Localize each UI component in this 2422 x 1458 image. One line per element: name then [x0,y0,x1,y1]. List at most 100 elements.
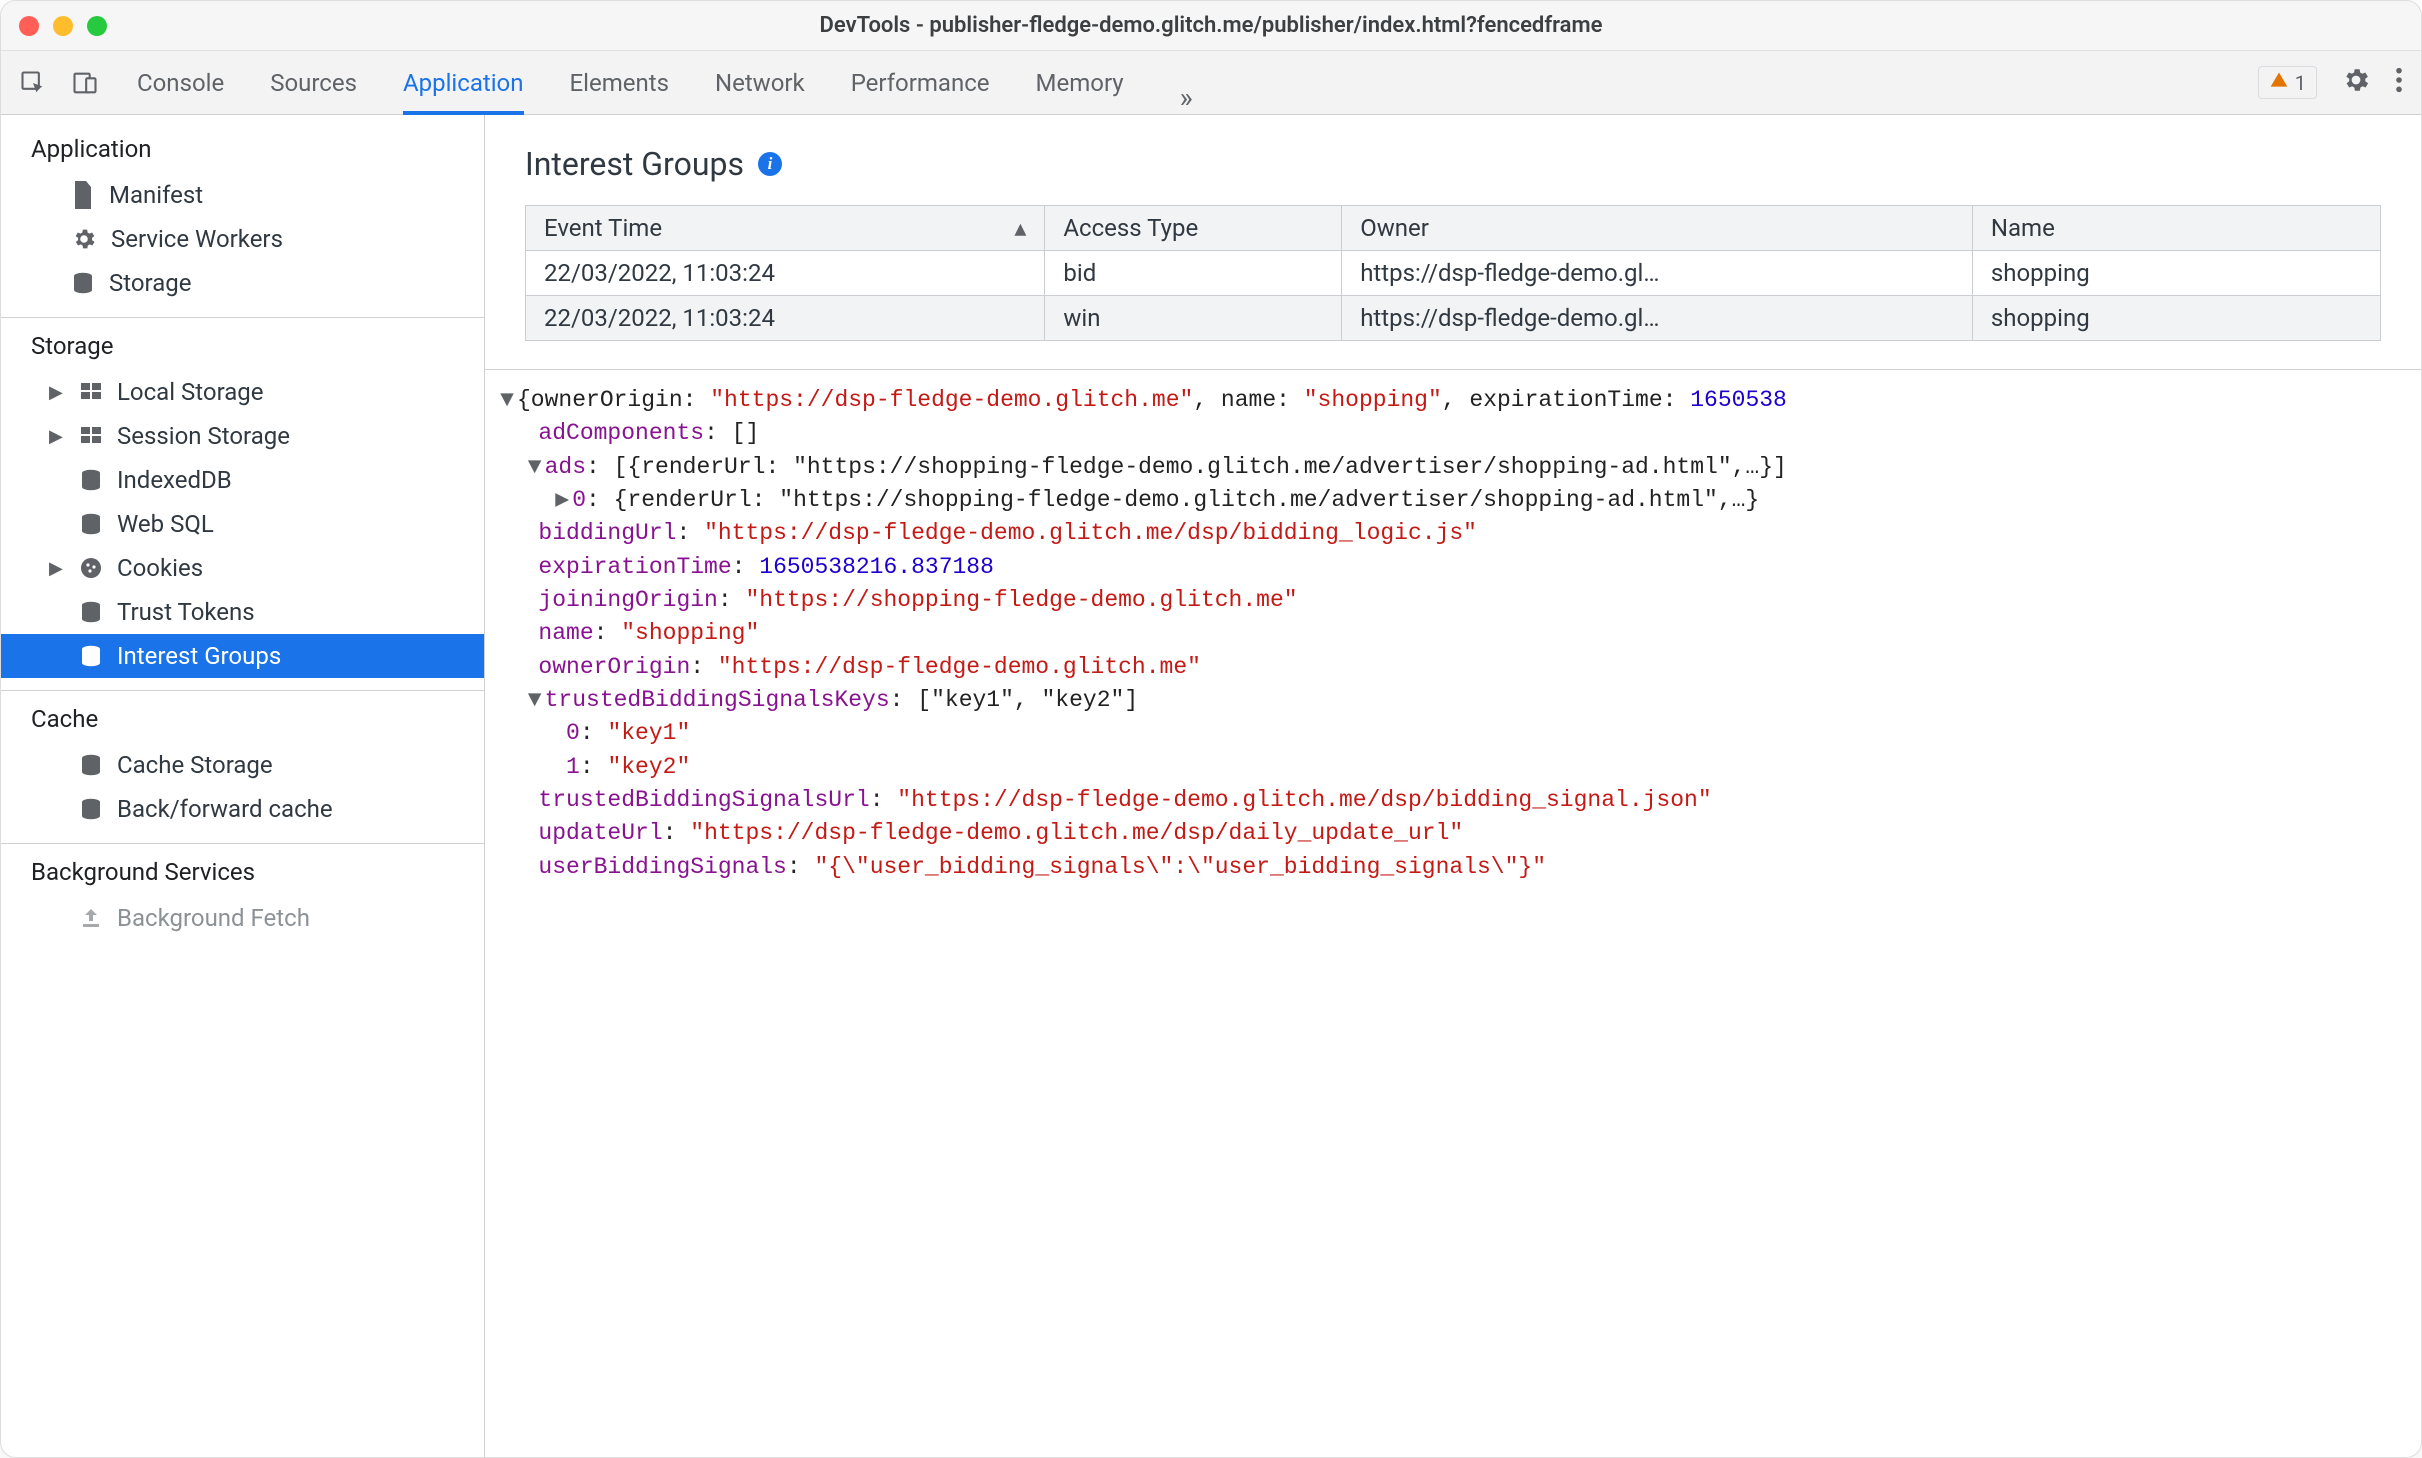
prop-key[interactable]: name [538,620,593,646]
database-icon [79,753,103,777]
prop-key[interactable]: trustedBiddingSignalsUrl [538,787,869,813]
cell-name: shopping [1972,296,2380,341]
prop-key[interactable]: adComponents [538,420,704,446]
issues-count: 1 [2295,71,2306,95]
expand-arrow-icon[interactable]: ▶ [552,484,572,517]
sidebar-item-websql[interactable]: ▶ Web SQL [1,502,484,546]
expand-arrow-icon[interactable]: ▶ [49,382,65,403]
tab-console[interactable]: Console [137,51,224,114]
sort-asc-icon: ▴ [1014,214,1026,242]
section-header-application: Application [1,121,484,173]
col-name[interactable]: Name [1972,206,2380,251]
tab-performance[interactable]: Performance [851,51,990,114]
prop-key[interactable]: joiningOrigin [538,587,717,613]
sidebar-item-label: Local Storage [117,378,264,406]
titlebar: DevTools - publisher-fledge-demo.glitch.… [1,1,2421,51]
interest-groups-panel: Interest Groups i Event Time▴ Access Typ… [485,115,2421,1457]
issues-counter[interactable]: 1 [2258,66,2317,99]
close-window-button[interactable] [19,16,39,36]
collapse-arrow-icon[interactable]: ▼ [525,451,545,484]
device-toolbar-icon[interactable] [71,69,99,97]
devtools-window: DevTools - publisher-fledge-demo.glitch.… [0,0,2422,1458]
database-icon [79,797,103,821]
sidebar-item-label: Service Workers [111,225,283,253]
cell-owner: https://dsp-fledge-demo.gl… [1342,251,1973,296]
prop-key[interactable]: updateUrl [538,820,662,846]
cell-time: 22/03/2022, 11:03:24 [526,296,1045,341]
sidebar-item-manifest[interactable]: Manifest [1,173,484,217]
collapse-arrow-icon[interactable]: ▼ [525,684,545,717]
database-icon [79,644,103,668]
tab-application[interactable]: Application [403,51,524,114]
sidebar-item-label: Web SQL [117,510,214,538]
cell-type: win [1045,296,1342,341]
col-event-time[interactable]: Event Time▴ [526,206,1045,251]
file-icon [71,181,95,209]
col-owner[interactable]: Owner [1342,206,1973,251]
object-detail-viewer[interactable]: ▼{ownerOrigin: "https://dsp-fledge-demo.… [485,369,2421,904]
more-options-icon[interactable] [2395,66,2403,100]
expand-arrow-icon[interactable]: ▶ [49,558,65,579]
sidebar-item-local-storage[interactable]: ▶ Local Storage [1,370,484,414]
sidebar-item-label: Cookies [117,554,203,582]
panel-title: Interest Groups [525,145,744,183]
upload-icon [79,906,103,930]
sidebar-item-label: Session Storage [117,422,290,450]
settings-icon[interactable] [2341,65,2371,101]
col-access-type[interactable]: Access Type [1045,206,1342,251]
sidebar-item-service-workers[interactable]: Service Workers [1,217,484,261]
sidebar-item-indexeddb[interactable]: ▶ IndexedDB [1,458,484,502]
sidebar-item-background-fetch[interactable]: ▶ Background Fetch [1,896,484,940]
sidebar-item-session-storage[interactable]: ▶ Session Storage [1,414,484,458]
tab-sources[interactable]: Sources [270,51,357,114]
sidebar-item-label: IndexedDB [117,466,232,494]
sidebar-item-trust-tokens[interactable]: ▶ Trust Tokens [1,590,484,634]
expand-arrow-icon[interactable]: ▶ [49,426,65,447]
window-controls [19,16,107,36]
sidebar-item-label: Back/forward cache [117,795,333,823]
cell-type: bid [1045,251,1342,296]
tab-memory[interactable]: Memory [1036,51,1124,114]
section-header-background: Background Services [1,844,484,896]
gear-icon [71,226,97,252]
table-row[interactable]: 22/03/2022, 11:03:24 win https://dsp-fle… [526,296,2381,341]
panel-tabbar: Console Sources Application Elements Net… [1,51,2421,115]
info-icon[interactable]: i [758,152,782,176]
maximize-window-button[interactable] [87,16,107,36]
tab-elements[interactable]: Elements [570,51,669,114]
section-header-storage: Storage [1,318,484,370]
prop-key[interactable]: userBiddingSignals [538,854,786,880]
sidebar-item-label: Manifest [109,181,203,209]
prop-key[interactable]: ownerOrigin [538,654,690,680]
sidebar-item-cookies[interactable]: ▶ Cookies [1,546,484,590]
tab-network[interactable]: Network [715,51,805,114]
minimize-window-button[interactable] [53,16,73,36]
sidebar-item-bfcache[interactable]: ▶ Back/forward cache [1,787,484,831]
prop-key[interactable]: ads [545,454,586,480]
cell-time: 22/03/2022, 11:03:24 [526,251,1045,296]
grid-icon [79,380,103,404]
warning-icon [2269,70,2289,95]
database-icon [79,512,103,536]
cookie-icon [79,556,103,580]
inspect-element-icon[interactable] [19,69,47,97]
table-row[interactable]: 22/03/2022, 11:03:24 bid https://dsp-fle… [526,251,2381,296]
more-tabs-button[interactable]: » [1170,81,1203,114]
prop-key[interactable]: trustedBiddingSignalsKeys [545,687,890,713]
sidebar-item-label: Background Fetch [117,904,310,932]
application-sidebar: Application Manifest Service Workers Sto… [1,115,485,1457]
database-icon [79,468,103,492]
sidebar-item-cache-storage[interactable]: ▶ Cache Storage [1,743,484,787]
sidebar-item-storage-clear[interactable]: Storage [1,261,484,305]
sidebar-item-label: Trust Tokens [117,598,255,626]
cell-name: shopping [1972,251,2380,296]
database-icon [71,271,95,295]
prop-key[interactable]: expirationTime [538,554,731,580]
prop-key[interactable]: biddingUrl [538,520,676,546]
grid-icon [79,424,103,448]
section-header-cache: Cache [1,691,484,743]
collapse-arrow-icon[interactable]: ▼ [497,384,517,417]
sidebar-item-interest-groups[interactable]: ▶ Interest Groups [1,634,484,678]
sidebar-item-label: Interest Groups [117,642,281,670]
database-icon [79,600,103,624]
